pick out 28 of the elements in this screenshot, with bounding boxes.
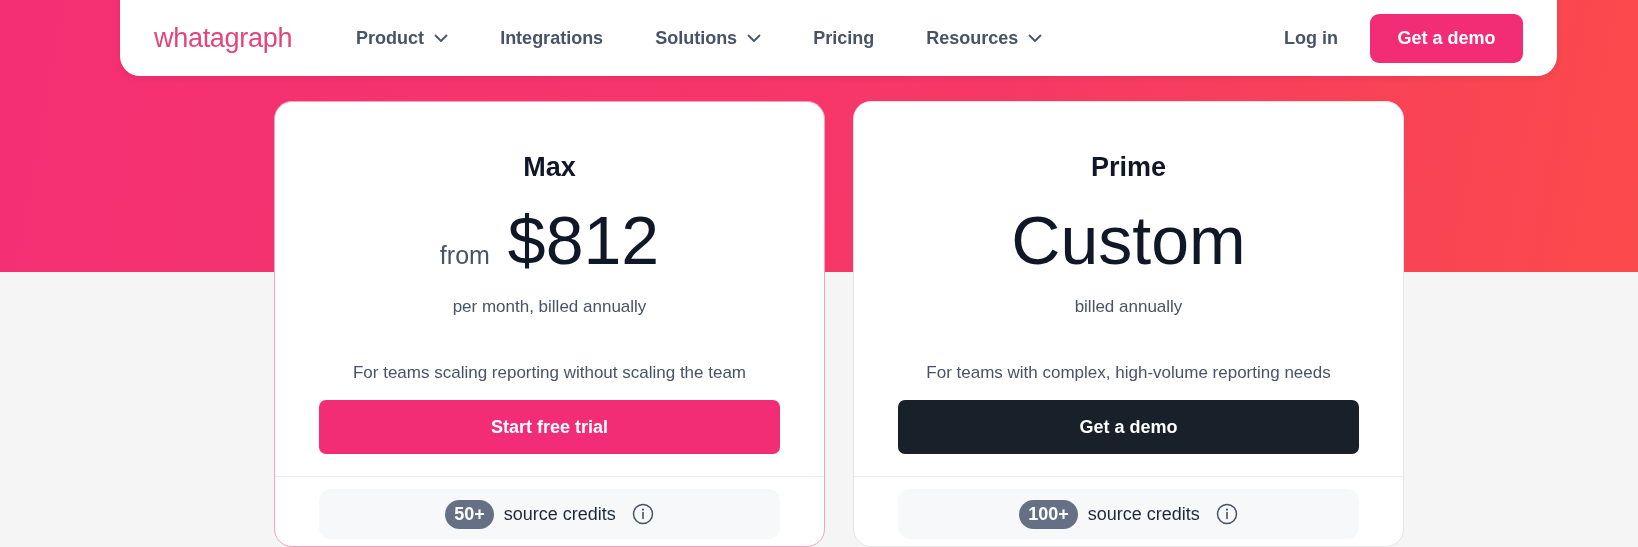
credits-label: source credits bbox=[503, 503, 616, 525]
nav-menu-item[interactable]: Integrations bbox=[500, 27, 604, 49]
credits-badge: 50+ bbox=[445, 499, 494, 529]
plan-name: Max bbox=[522, 152, 577, 183]
billing-note: per month, billed annually bbox=[451, 297, 648, 317]
price-prefix: from bbox=[439, 241, 490, 270]
info-icon[interactable] bbox=[1215, 503, 1238, 525]
price: Custom bbox=[1011, 201, 1246, 279]
plan-button[interactable]: Start free trial bbox=[319, 400, 780, 454]
login-link[interactable]: Log in bbox=[1284, 27, 1338, 49]
info-icon[interactable] bbox=[631, 503, 654, 525]
nav-menu-item[interactable]: Pricing bbox=[813, 27, 875, 49]
nav-menu-item[interactable]: Product bbox=[356, 27, 449, 49]
chevron-down-icon bbox=[747, 33, 762, 43]
nav-menu-item[interactable]: Solutions bbox=[655, 27, 762, 49]
chevron-down-icon bbox=[1028, 33, 1043, 43]
plan-description: For teams scaling reporting without scaling the team bbox=[351, 363, 748, 383]
credits-label: source credits bbox=[1087, 503, 1200, 525]
credits-badge: 100+ bbox=[1019, 499, 1078, 529]
price: $812 bbox=[507, 201, 660, 279]
demo-button[interactable]: Get a demo bbox=[1370, 13, 1523, 63]
logo[interactable]: whatagraph bbox=[154, 22, 293, 54]
plan-name: Prime bbox=[1089, 152, 1167, 183]
plan-button[interactable]: Get a demo bbox=[898, 400, 1359, 454]
billing-note: billed annually bbox=[1073, 297, 1184, 317]
chevron-down-icon bbox=[434, 33, 449, 43]
nav-menu-item[interactable]: Resources bbox=[926, 27, 1043, 49]
plan-description: For teams with complex, high-volume reporting needs bbox=[925, 363, 1332, 383]
